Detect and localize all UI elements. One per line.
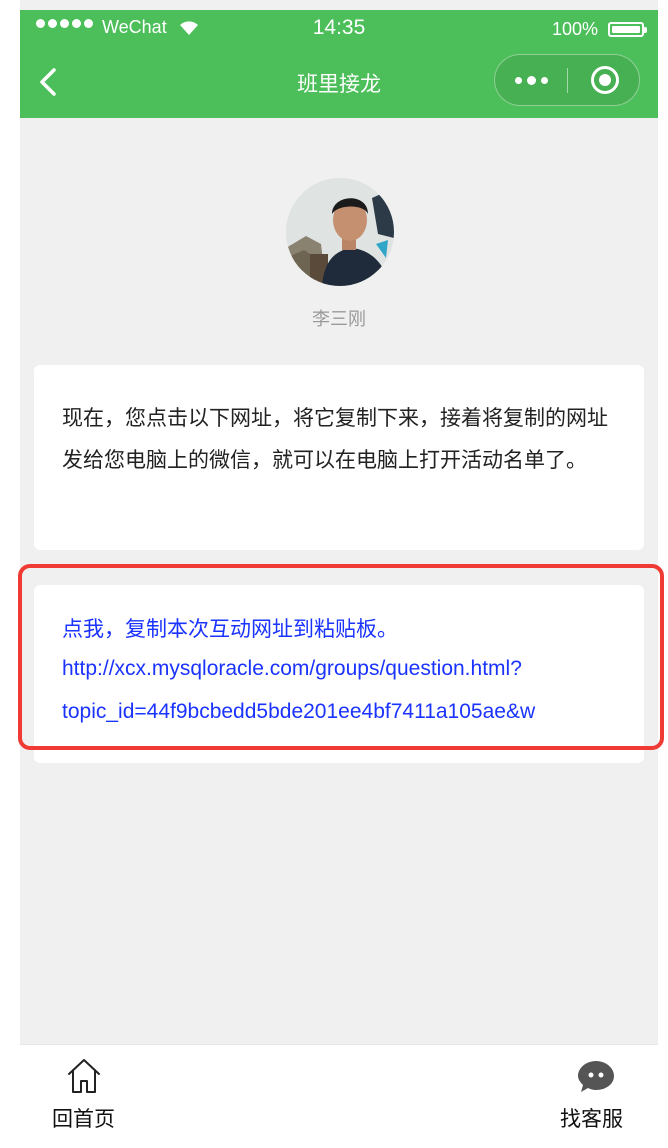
mini-program-capsule [494, 54, 640, 106]
more-dots-icon[interactable] [495, 55, 567, 105]
service-tab-label: 找客服 [560, 1107, 623, 1131]
nav-bar: 班里接龙 [20, 48, 658, 118]
capsule-divider [567, 68, 568, 93]
home-tab-label: 回首页 [52, 1107, 115, 1131]
battery-percent: 100% [551, 19, 598, 39]
customer-service-tab[interactable]: 找客服 [554, 1057, 638, 1137]
highlight-annotation-box [18, 564, 664, 750]
avatar-photo [286, 178, 394, 286]
instruction-text: 现在，您点击以下网址，将它复制下来，接着将复制的网址发给您电脑上的微信，就可以在… [62, 406, 608, 472]
user-name: 李三刚 [312, 309, 366, 330]
home-tab[interactable]: 回首页 [50, 1057, 120, 1137]
chat-bubble-icon [578, 1061, 614, 1092]
close-target-icon[interactable] [591, 66, 619, 94]
battery-icon [608, 22, 647, 37]
bottom-tab-bar: 回首页 找客服 [20, 1044, 658, 1148]
status-bar: WeChat 14:35 100% [20, 10, 658, 48]
avatar [286, 178, 394, 286]
home-icon [68, 1059, 100, 1093]
instruction-card: 现在，您点击以下网址，将它复制下来，接着将复制的网址发给您电脑上的微信，就可以在… [34, 365, 644, 550]
